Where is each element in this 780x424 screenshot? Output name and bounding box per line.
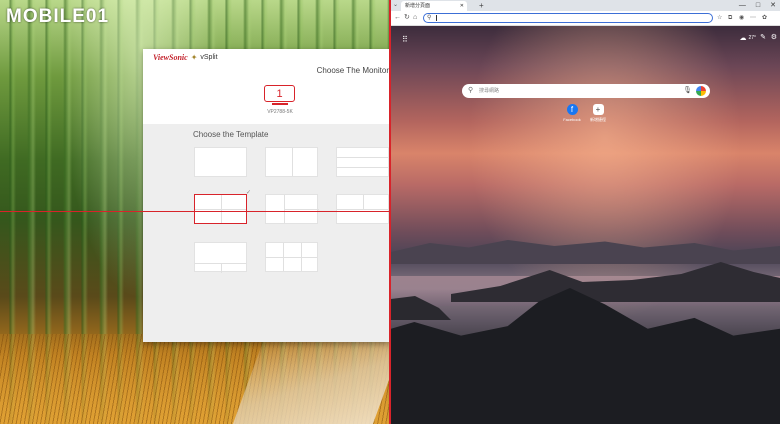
address-search-icon: ⚲	[427, 15, 432, 21]
collections-icon[interactable]: ⧉	[728, 13, 732, 23]
refresh-icon[interactable]: ↻	[404, 13, 410, 23]
viewsonic-birds-icon: ✦	[190, 53, 198, 62]
maximize-button[interactable]: □	[756, 0, 760, 11]
back-icon[interactable]: ←	[394, 13, 401, 23]
vsplit-brand: ViewSonic ✦ vSplit	[153, 53, 218, 62]
tab-list-icon[interactable]: ⌄	[393, 0, 398, 11]
template-area: Choose the Template ✓	[143, 124, 389, 342]
template-top-bottom-split[interactable]	[336, 194, 389, 224]
minimize-button[interactable]: —	[739, 0, 746, 11]
profile-icon[interactable]: ◉	[739, 13, 744, 23]
app-name: vSplit	[200, 54, 218, 61]
text-caret	[436, 15, 437, 21]
active-tab[interactable]: 新增分頁面 ✕	[401, 1, 467, 11]
horizontal-split-guide	[0, 211, 390, 212]
viewsonic-logo-text: ViewSonic	[153, 53, 188, 62]
visual-search-icon[interactable]	[696, 86, 706, 96]
template-six-grid[interactable]	[265, 242, 318, 272]
logo-text: MOBILE01	[6, 6, 110, 27]
monitor-1-button[interactable]: 1	[264, 85, 295, 102]
template-quad-selected[interactable]	[194, 194, 247, 224]
microphone-icon[interactable]: 🎙	[683, 84, 692, 98]
front-mountains	[391, 288, 780, 424]
template-left-right-split[interactable]	[265, 194, 319, 224]
copilot-icon[interactable]: ✿	[762, 13, 767, 23]
left-desktop-wallpaper: MOBILE01 ViewSonic ✦ vSplit Choose The M…	[0, 0, 390, 424]
web-search-box[interactable]: ⚲ 搜尋網路 🎙	[462, 84, 710, 98]
plus-icon: +	[592, 104, 604, 115]
choose-monitor-heading: Choose The Monitor	[316, 66, 389, 75]
template-one-plus-two[interactable]	[194, 242, 247, 273]
shortcut-add[interactable]: + 新增捷徑	[583, 104, 613, 123]
far-mountains	[391, 240, 780, 264]
new-tab-button[interactable]: +	[479, 0, 484, 11]
new-tab-page: ⠿ ☁ 27° ✎ ⚙ ⚲ 搜尋網路 🎙 f Facebook + 新增捷徑	[391, 26, 780, 424]
browser-window: ⌄ 新增分頁面 ✕ + — □ ✕ ← ↻ ⌂ ⚲ ☆ ⧉ ◉ ⋯ ✿ ⠿ ☁ …	[391, 0, 780, 424]
settings-gear-icon[interactable]: ⚙	[771, 33, 777, 41]
mobile01-logo: MOBILE01	[6, 6, 109, 28]
weather-temperature: 27°	[748, 35, 756, 41]
selected-check-icon: ✓	[246, 190, 252, 196]
vsplit-window: ViewSonic ✦ vSplit Choose The Monitor 1 …	[143, 49, 389, 342]
home-icon[interactable]: ⌂	[413, 13, 417, 23]
template-three-rows[interactable]	[336, 147, 389, 177]
browser-toolbar: ← ↻ ⌂ ⚲ ☆ ⧉ ◉ ⋯ ✿	[391, 11, 780, 26]
monitor-stand-icon	[272, 103, 288, 105]
template-two-columns[interactable]	[265, 147, 318, 177]
search-icon: ⚲	[468, 87, 474, 94]
shortcut-label: 新增捷徑	[590, 117, 606, 122]
template-full[interactable]	[194, 147, 247, 177]
apps-grid-icon[interactable]: ⠿	[402, 35, 408, 44]
tab-bar: ⌄ 新增分頁面 ✕ + — □ ✕	[391, 0, 780, 11]
tab-title: 新增分頁面	[405, 3, 431, 9]
edit-icon[interactable]: ✎	[760, 33, 766, 41]
close-window-button[interactable]: ✕	[770, 0, 776, 11]
tab-close-icon[interactable]: ✕	[460, 1, 464, 11]
more-icon[interactable]: ⋯	[750, 13, 756, 23]
facebook-icon: f	[566, 104, 578, 115]
search-placeholder: 搜尋網路	[479, 88, 500, 94]
monitor-model-label: VP2788-5K	[267, 109, 293, 115]
weather-widget[interactable]: ☁ 27°	[739, 34, 756, 42]
cloud-icon: ☁	[739, 35, 747, 42]
address-bar[interactable]: ⚲	[423, 13, 713, 23]
favorites-icon[interactable]: ☆	[717, 13, 722, 23]
window-controls: — □ ✕	[739, 0, 776, 11]
choose-template-heading: Choose the Template	[193, 130, 269, 139]
